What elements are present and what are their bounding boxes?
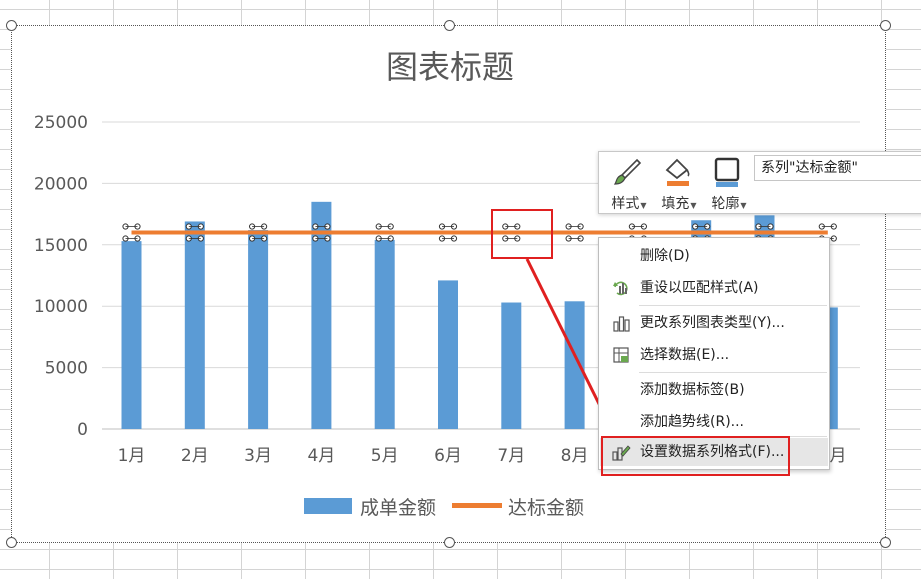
outline-button[interactable]: 轮廓▼ [701,154,751,212]
chevron-down-icon: ▼ [640,201,647,210]
menu-item-label: 选择数据(E)... [640,347,730,363]
paint-bucket-icon [665,158,690,186]
menu-item-delete[interactable]: 删除(D) [600,242,828,270]
outline-square-icon [714,157,740,187]
menu-item-label: 添加数据标签(B) [640,382,745,398]
change-chart-type-icon [613,316,630,332]
menu-item-label: 更改系列图表类型(Y)... [640,315,785,331]
menu-item-label: 添加趋势线(R)... [640,414,745,430]
brush-icon [613,158,642,185]
chevron-down-icon: ▼ [690,201,697,210]
menu-item-select-data[interactable]: 选择数据(E)... [600,341,828,369]
reset-style-icon [613,281,628,296]
fill-button[interactable]: 填充▼ [651,154,701,212]
chevron-down-icon: ▼ [740,201,747,210]
menu-item-reset-style[interactable]: 重设以匹配样式(A) [600,274,828,302]
annotation-box-series-point [491,209,553,259]
menu-separator [639,305,827,306]
style-button[interactable]: 样式▼ [601,154,651,212]
menu-item-change-chart-type[interactable]: 更改系列图表类型(Y)... [600,309,828,337]
menu-item-label: 删除(D) [640,248,690,264]
menu-item-label: 重设以匹配样式(A) [640,280,759,296]
annotation-box-menu-item [601,436,790,476]
menu-item-add-trendline[interactable]: 添加趋势线(R)... [600,408,828,436]
menu-separator [639,372,827,373]
outline-label: 轮廓 [711,196,740,212]
fill-label: 填充 [661,196,690,212]
select-data-icon [613,347,629,363]
menu-item-add-data-labels[interactable]: 添加数据标签(B) [600,376,828,404]
chart-mini-toolbar: 样式▼ 填充▼ 轮廓▼ 系列"达标金额" [598,151,921,214]
style-label: 样式 [611,196,640,212]
series-select-dropdown[interactable]: 系列"达标金额" [754,155,921,181]
